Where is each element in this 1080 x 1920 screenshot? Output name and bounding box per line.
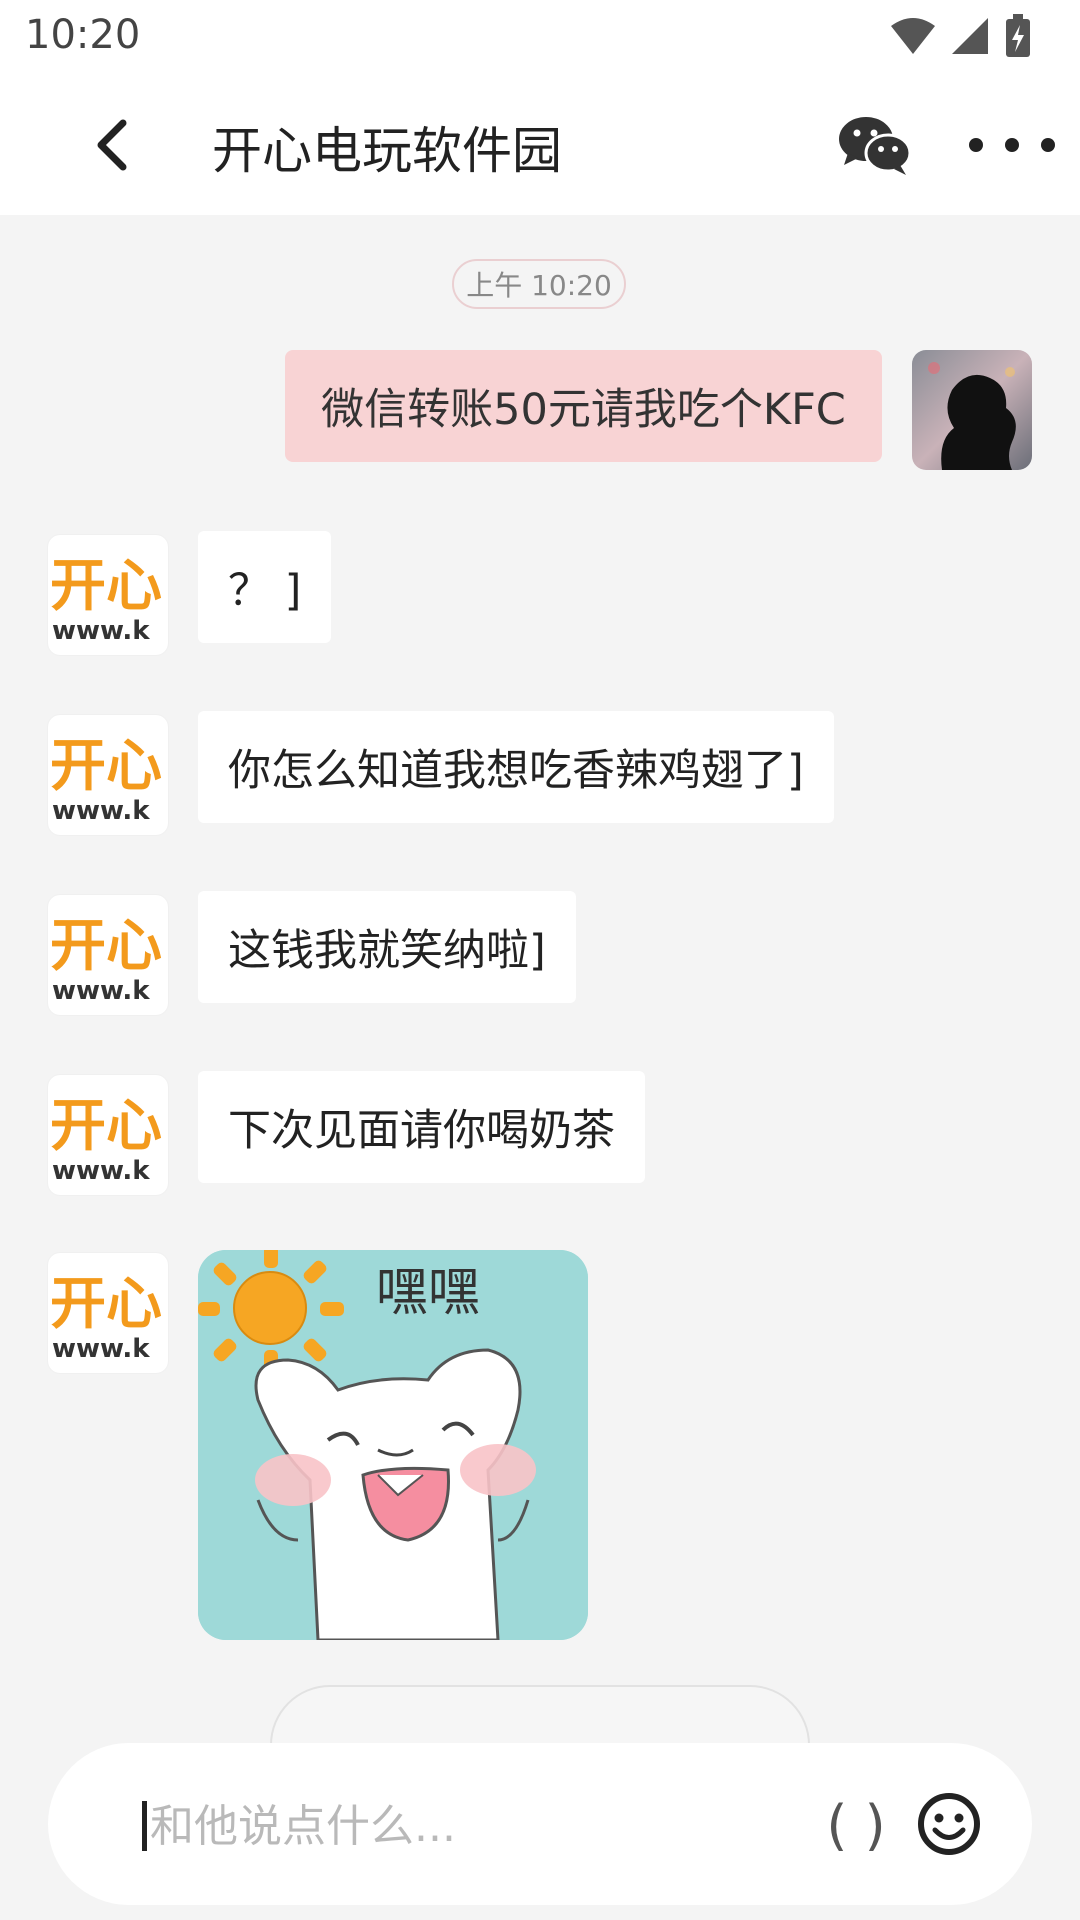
avatar-logo-url: www.k	[52, 796, 150, 826]
avatar-logo-text: 开心	[50, 734, 162, 799]
avatar-logo-url: www.k	[52, 976, 150, 1006]
contact-avatar[interactable]: 开心 www.k	[48, 535, 168, 655]
wechat-icon[interactable]	[838, 113, 912, 177]
smiley-icon[interactable]	[916, 1791, 982, 1857]
cell-signal-icon	[952, 18, 988, 54]
avatar-logo-url: www.k	[52, 1156, 150, 1186]
avatar-logo-url: www.k	[52, 616, 150, 646]
chat-title: 开心电玩软件园	[212, 122, 562, 180]
chat-header: 开心电玩软件园	[0, 75, 1080, 215]
text-cursor	[142, 1801, 147, 1851]
bracket-insert-button[interactable]: ( )	[823, 1787, 889, 1863]
avatar-logo-text: 开心	[50, 554, 162, 619]
contact-message-bubble[interactable]: 这钱我就笑纳啦]	[198, 891, 576, 1003]
contact-avatar[interactable]: 开心 www.k	[48, 715, 168, 835]
status-bar: 10:20	[0, 0, 1080, 75]
message-input-bar: ( )	[48, 1743, 1032, 1905]
contact-avatar[interactable]: 开心 www.k	[48, 1075, 168, 1195]
message-timestamp: 上午 10:20	[452, 259, 626, 309]
status-icons	[890, 14, 1032, 58]
sticker-message[interactable]: 嘿嘿	[198, 1250, 588, 1640]
status-time: 10:20	[25, 12, 141, 58]
self-avatar[interactable]	[912, 350, 1032, 470]
contact-message-bubble[interactable]: ？ ]	[198, 531, 332, 643]
back-icon[interactable]	[85, 115, 145, 175]
sticker-caption: 嘿嘿	[376, 1263, 480, 1323]
message-input[interactable]	[148, 1787, 752, 1865]
avatar-logo-url: www.k	[52, 1334, 150, 1364]
contact-avatar[interactable]: 开心 www.k	[48, 1253, 168, 1373]
partially-visible-card	[270, 1685, 810, 1745]
more-icon[interactable]	[960, 125, 1065, 165]
battery-charging-icon	[1006, 14, 1030, 57]
avatar-logo-text: 开心	[50, 914, 162, 979]
contact-message-bubble[interactable]: 下次见面请你喝奶茶	[198, 1071, 645, 1183]
contact-message-bubble[interactable]: 你怎么知道我想吃香辣鸡翅了]	[198, 711, 834, 823]
avatar-logo-text: 开心	[50, 1272, 162, 1337]
contact-avatar[interactable]: 开心 www.k	[48, 895, 168, 1015]
self-message-bubble[interactable]: 微信转账50元请我吃个KFC	[285, 350, 882, 462]
avatar-logo-text: 开心	[50, 1094, 162, 1159]
wifi-icon	[891, 18, 935, 54]
